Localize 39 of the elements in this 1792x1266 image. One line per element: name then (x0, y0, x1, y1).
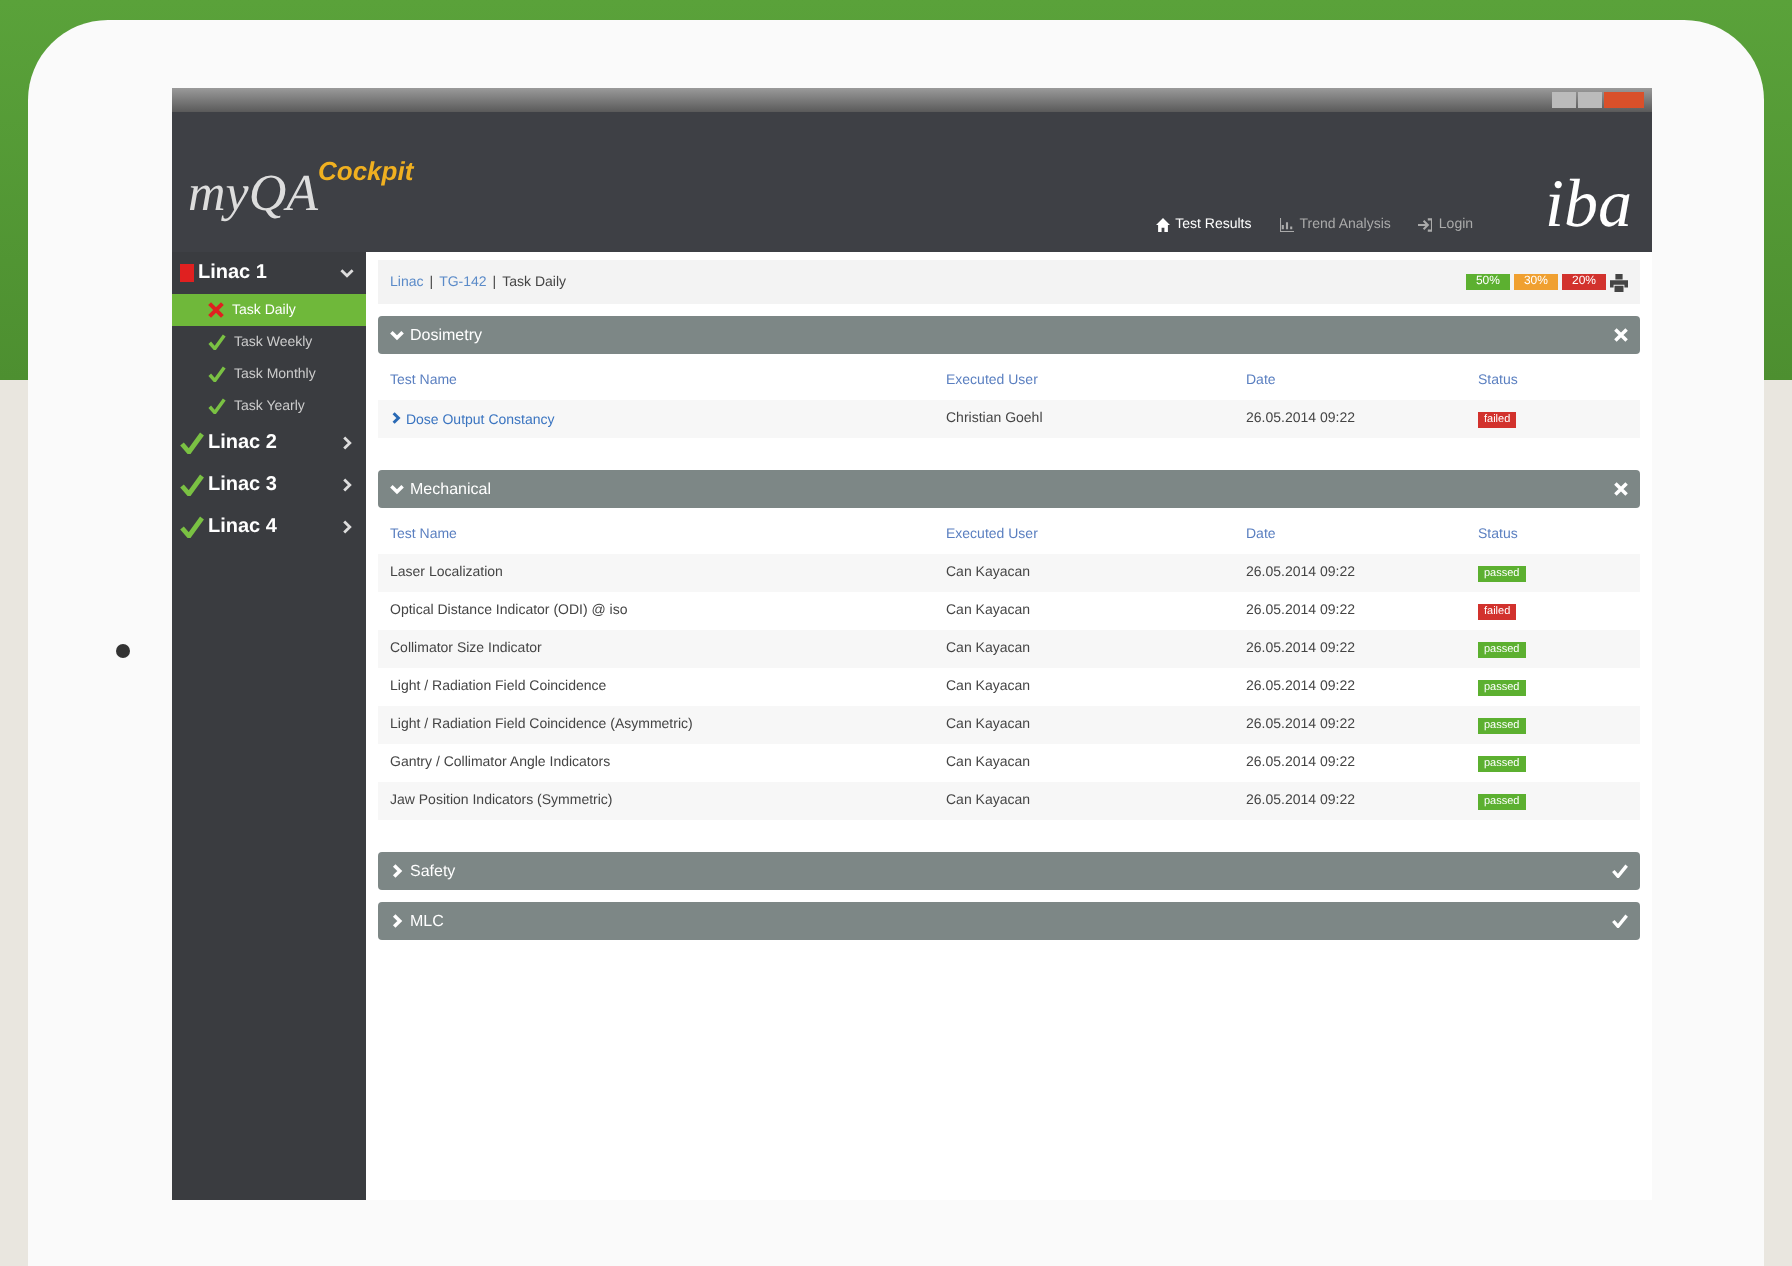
print-icon[interactable] (1610, 273, 1628, 291)
chevron-icon (340, 520, 354, 534)
chart-icon (1279, 218, 1294, 232)
chevron-icon (390, 328, 404, 342)
close-icon[interactable] (1614, 482, 1628, 496)
check-icon (1612, 864, 1628, 878)
sidebar-item[interactable]: Linac 4 (172, 506, 366, 548)
close-icon[interactable] (1614, 328, 1628, 342)
check-icon (180, 432, 204, 454)
section-header[interactable]: Dosimetry (378, 316, 1640, 354)
sidebar-item[interactable]: Linac 1 (172, 252, 366, 294)
brand-logo: iba (1545, 172, 1632, 240)
logo-subtitle: Cockpit (317, 156, 414, 186)
section-title: Mechanical (410, 480, 491, 498)
sign-in-icon (1418, 218, 1433, 232)
section-header[interactable]: Safety (378, 852, 1640, 890)
check-icon (180, 516, 204, 538)
section-title: MLC (410, 912, 444, 930)
chevron-icon (390, 914, 404, 928)
home-icon (1155, 218, 1170, 232)
section-header[interactable]: Mechanical (378, 470, 1640, 508)
cross-icon (208, 302, 224, 318)
section-title: Dosimetry (410, 326, 483, 344)
logo-text: myQA (188, 164, 318, 224)
sidebar-item[interactable]: Linac 2 (172, 422, 366, 464)
window-controls-icon[interactable] (1552, 92, 1644, 108)
section-header[interactable]: MLC (378, 902, 1640, 940)
chevron-icon (390, 482, 404, 496)
check-icon (180, 474, 204, 496)
chevron-icon (390, 864, 404, 878)
chevron-icon (340, 436, 354, 450)
chevron-icon (340, 478, 354, 492)
check-icon (1612, 914, 1628, 928)
chevron-icon (340, 266, 354, 280)
camera-dot (116, 644, 130, 658)
chevron-icon (390, 411, 402, 423)
failed-icon (180, 264, 194, 282)
sidebar-item[interactable]: Linac 3 (172, 464, 366, 506)
section-title: Safety (410, 862, 456, 880)
